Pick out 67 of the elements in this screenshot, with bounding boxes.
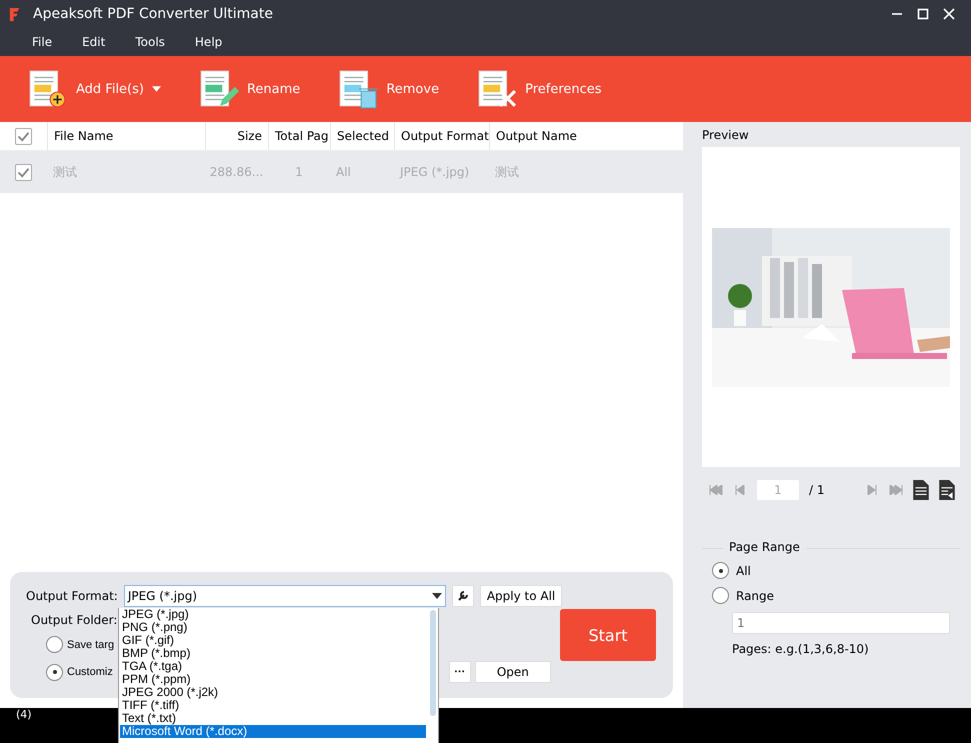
menu-item[interactable]: Help <box>194 35 222 49</box>
scrollbar[interactable] <box>430 610 436 716</box>
column-header[interactable]: Selected <box>337 129 390 143</box>
table-cell: 1 <box>295 165 303 179</box>
radio-button[interactable] <box>712 562 729 579</box>
column-header[interactable]: Size <box>237 129 262 143</box>
wrench-icon <box>456 590 469 602</box>
document-icon[interactable] <box>912 480 928 500</box>
menu-item[interactable]: File <box>32 35 52 49</box>
format-option[interactable]: JPEG 2000 (*.j2k) <box>120 686 426 699</box>
page-range-title: Page Range <box>729 540 800 554</box>
table-cell: 288.86... <box>210 165 264 179</box>
table-cell: 测试 <box>53 164 77 180</box>
format-option[interactable]: JPEG (*.jpg) <box>120 608 426 621</box>
preview-title: Preview <box>702 128 750 142</box>
format-option[interactable]: Text (*.txt) <box>120 712 426 725</box>
toolbar-button[interactable]: Preferences <box>475 68 602 110</box>
format-option[interactable]: GIF (*.gif) <box>120 634 426 647</box>
close-icon[interactable] <box>943 8 955 20</box>
table-cell: All <box>336 165 351 179</box>
window-title: Apeaksoft PDF Converter Ultimate <box>33 6 273 22</box>
open-button[interactable]: Open <box>474 661 551 683</box>
column-header[interactable]: Output Format <box>401 129 489 143</box>
format-option[interactable]: TIFF (*.tiff) <box>120 699 426 712</box>
toolbar-button[interactable]: Rename <box>196 68 300 110</box>
select-all-checkbox[interactable] <box>15 128 32 144</box>
column-header[interactable]: Output Name <box>496 129 577 143</box>
previous-page-icon[interactable] <box>733 485 747 495</box>
output-folder-label: Output Folder: <box>31 613 118 627</box>
menu-item[interactable]: Edit <box>82 35 106 49</box>
radio-button[interactable] <box>46 636 63 653</box>
output-format-label: Output Format: <box>26 589 118 603</box>
range-input-field[interactable]: 1 <box>732 612 950 634</box>
format-option[interactable]: TGA (*.tga) <box>120 660 426 673</box>
output-format-dropdown[interactable]: JPEG (*.jpg) <box>124 585 446 607</box>
table-cell: 测试 <box>495 164 519 180</box>
column-header[interactable]: Total Pag <box>275 129 329 143</box>
format-option[interactable]: PNG (*.png) <box>120 621 426 634</box>
radio-label: Range <box>736 588 774 602</box>
status-text: (4) <box>16 708 32 721</box>
start-button[interactable]: Start <box>560 609 656 661</box>
radio-label: Save targ <box>67 638 114 650</box>
document-export-icon[interactable] <box>938 480 954 500</box>
settings-button[interactable] <box>452 585 474 607</box>
first-page-icon[interactable] <box>709 485 723 495</box>
page-total: / 1 <box>809 483 824 497</box>
menu-item[interactable]: Tools <box>135 35 165 49</box>
format-option[interactable]: Microsoft Word (*.docx) <box>120 725 426 738</box>
radio-button[interactable] <box>712 587 729 604</box>
caret-icon <box>432 593 442 599</box>
radio-label: Customiz <box>67 666 113 678</box>
range-hint: Pages: e.g.(1,3,6,8-10) <box>732 642 870 656</box>
browse-button[interactable]: ··· <box>448 661 471 683</box>
next-page-icon[interactable] <box>864 485 878 495</box>
row-checkbox[interactable] <box>15 164 32 180</box>
maximize-icon[interactable] <box>917 8 929 20</box>
table-cell: JPEG (*.jpg) <box>400 165 470 179</box>
radio-label: All <box>736 564 751 578</box>
toolbar-button[interactable]: Add File(s) <box>26 68 161 110</box>
apply-to-all-button[interactable]: Apply to All <box>480 585 562 607</box>
last-page-icon[interactable] <box>888 485 902 495</box>
toolbar-button[interactable]: Remove <box>336 68 440 110</box>
format-option[interactable]: BMP (*.bmp) <box>120 647 426 660</box>
format-option[interactable]: PPM (*.ppm) <box>120 673 426 686</box>
radio-button[interactable] <box>46 664 63 680</box>
column-header[interactable]: File Name <box>54 129 114 143</box>
caret-icon <box>152 86 161 92</box>
